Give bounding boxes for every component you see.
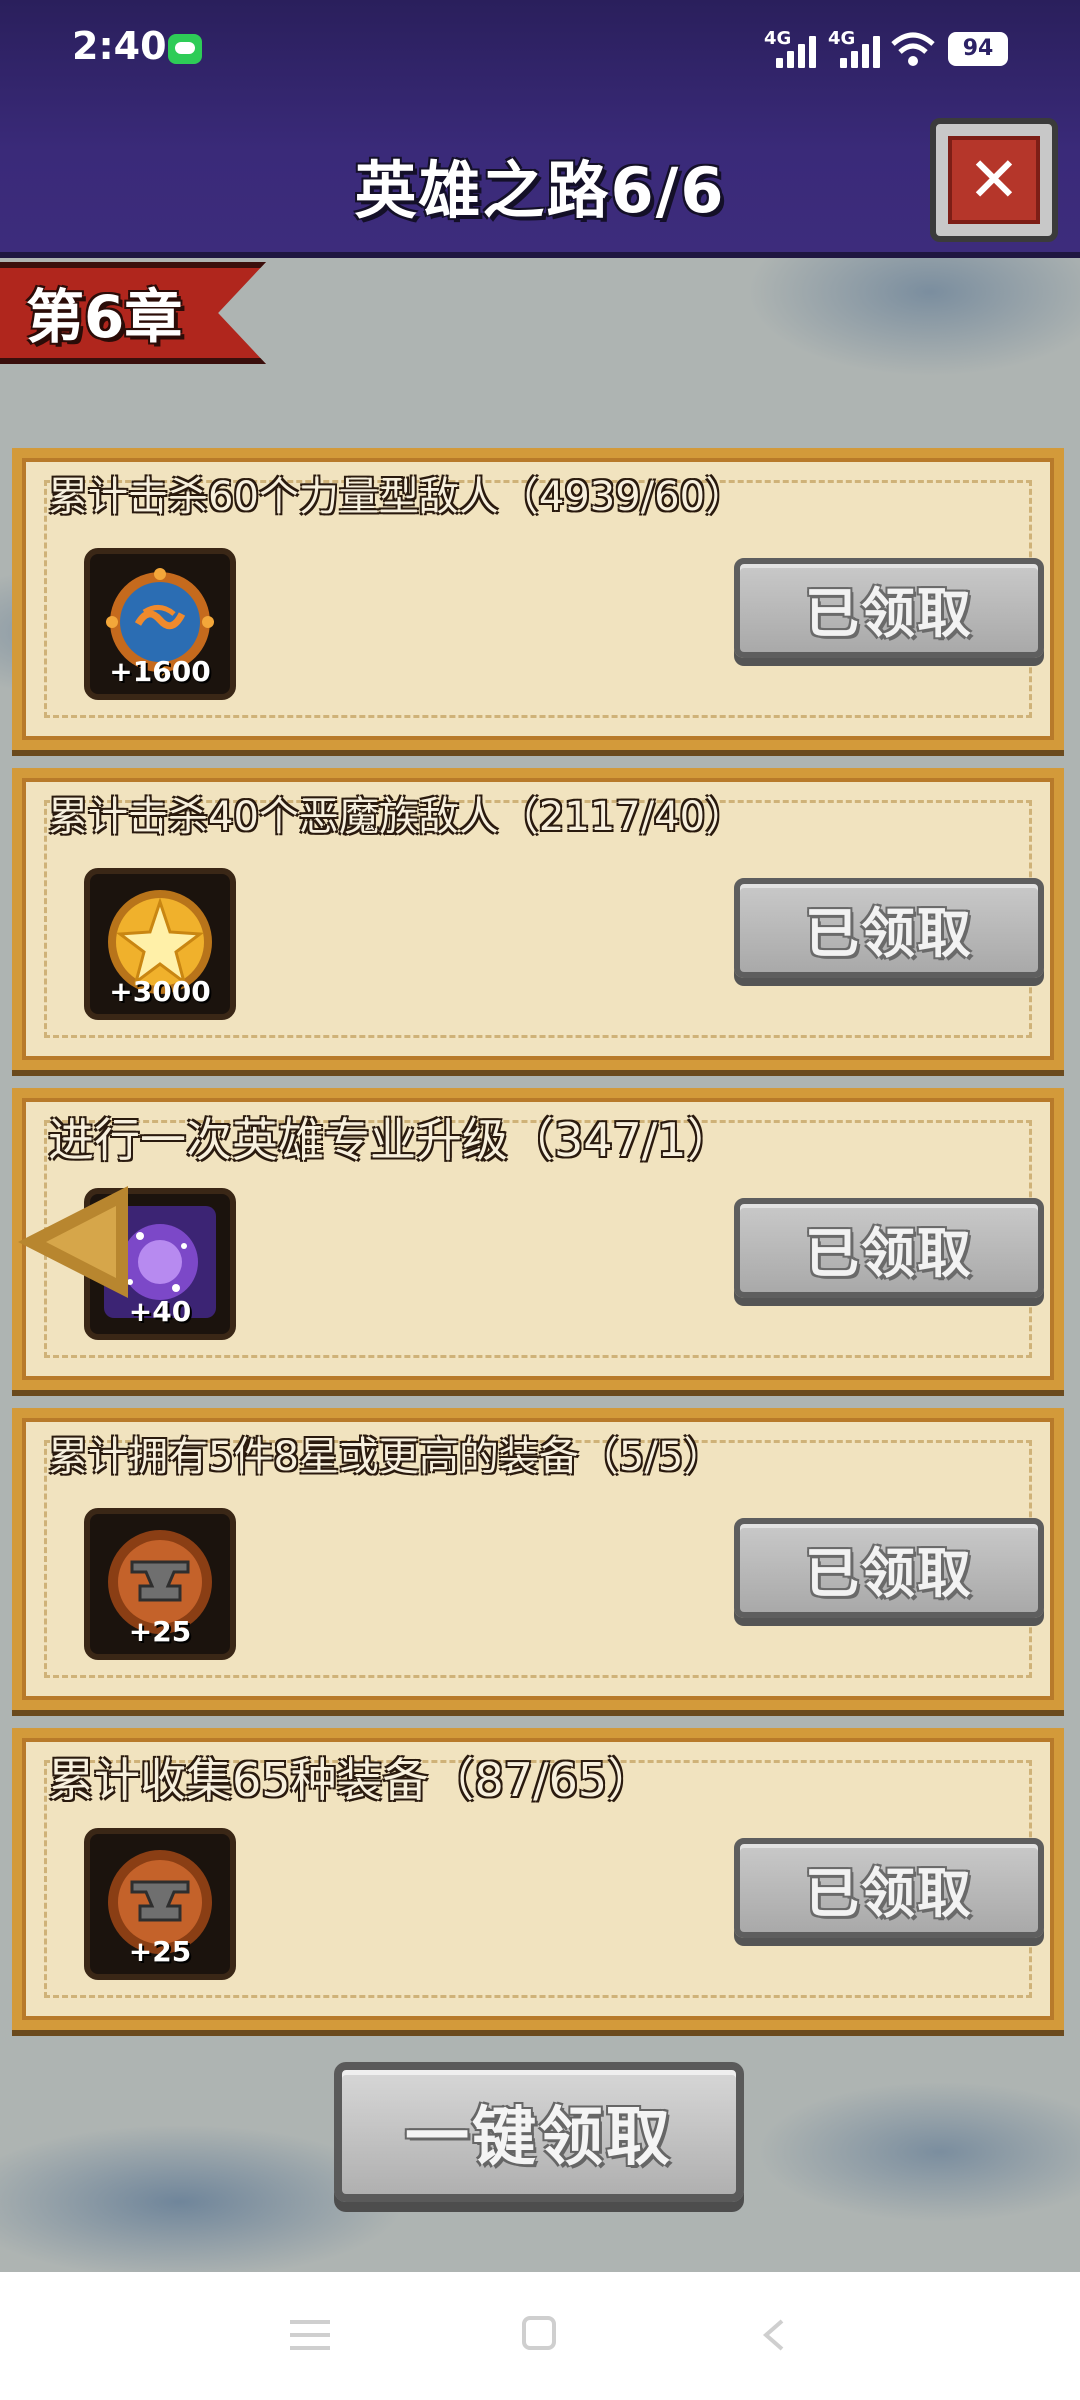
quest-title: 累计拥有5件8星或更高的装备（5/5） — [48, 1434, 724, 1480]
game-screen: 2:40 4G 4G 94 英雄之路6/6 ✕ 第6章 累计击杀60个力量型敌人… — [0, 0, 1080, 2272]
close-icon: ✕ — [948, 136, 1040, 224]
quest-card: 累计收集65种装备（87/65） +25 已领取 — [12, 1728, 1064, 2030]
quest-title: 累计击杀40个恶魔族敌人（2117/40） — [48, 794, 746, 840]
reward-amount: +1600 — [109, 655, 211, 688]
quest-title: 累计收集65种装备（87/65） — [48, 1753, 654, 1807]
quest-title: 累计击杀60个力量型敌人（4939/60） — [48, 474, 746, 520]
reward-amount: +25 — [128, 1935, 192, 1968]
header: 2:40 4G 4G 94 英雄之路6/6 ✕ — [0, 0, 1080, 258]
page-title: 英雄之路6/6 — [354, 154, 726, 227]
back-icon[interactable] — [756, 2318, 790, 2352]
home-icon[interactable] — [522, 2316, 556, 2350]
system-nav-bar — [0, 2272, 1080, 2400]
reward-slot[interactable]: +3000 — [84, 868, 236, 1020]
status-bar: 2:40 4G 4G 94 — [0, 0, 1080, 90]
reward-slot[interactable]: +1600 — [84, 548, 236, 700]
claimed-button[interactable]: 已领取 — [734, 558, 1044, 658]
claim-all-button[interactable]: 一键领取 — [334, 2062, 744, 2202]
claimed-button[interactable]: 已领取 — [734, 1198, 1044, 1298]
signal-bars-icon — [776, 34, 818, 68]
quest-card: 累计击杀60个力量型敌人（4939/60） +1600 已领取 — [12, 448, 1064, 750]
wifi-icon — [891, 32, 935, 66]
reward-slot[interactable]: +25 — [84, 1828, 236, 1980]
battery-level: 94 — [948, 32, 1008, 66]
reward-amount: +3000 — [109, 975, 211, 1008]
signal-bars-icon-2 — [840, 34, 882, 68]
quest-card: 累计击杀40个恶魔族敌人（2117/40） +3000 已领取 — [12, 768, 1064, 1070]
quest-card: 累计拥有5件8星或更高的装备（5/5） +25 已领取 — [12, 1408, 1064, 1710]
reward-amount: +25 — [128, 1615, 192, 1648]
claimed-button[interactable]: 已领取 — [734, 1838, 1044, 1938]
scroll-left-arrow-icon[interactable] — [18, 1186, 128, 1298]
quest-title: 进行一次英雄专业升级（347/1） — [48, 1113, 733, 1167]
recent-apps-icon[interactable] — [290, 2318, 330, 2352]
claimed-button[interactable]: 已领取 — [734, 878, 1044, 978]
chapter-label: 第6章 — [26, 283, 183, 351]
message-app-icon — [168, 34, 202, 64]
reward-amount: +40 — [128, 1295, 192, 1328]
claimed-button[interactable]: 已领取 — [734, 1518, 1044, 1618]
close-button[interactable]: ✕ — [930, 118, 1058, 242]
reward-slot[interactable]: +25 — [84, 1508, 236, 1660]
quest-card: 进行一次英雄专业升级（347/1） +40 已领取 — [12, 1088, 1064, 1390]
clock: 2:40 — [72, 24, 167, 68]
